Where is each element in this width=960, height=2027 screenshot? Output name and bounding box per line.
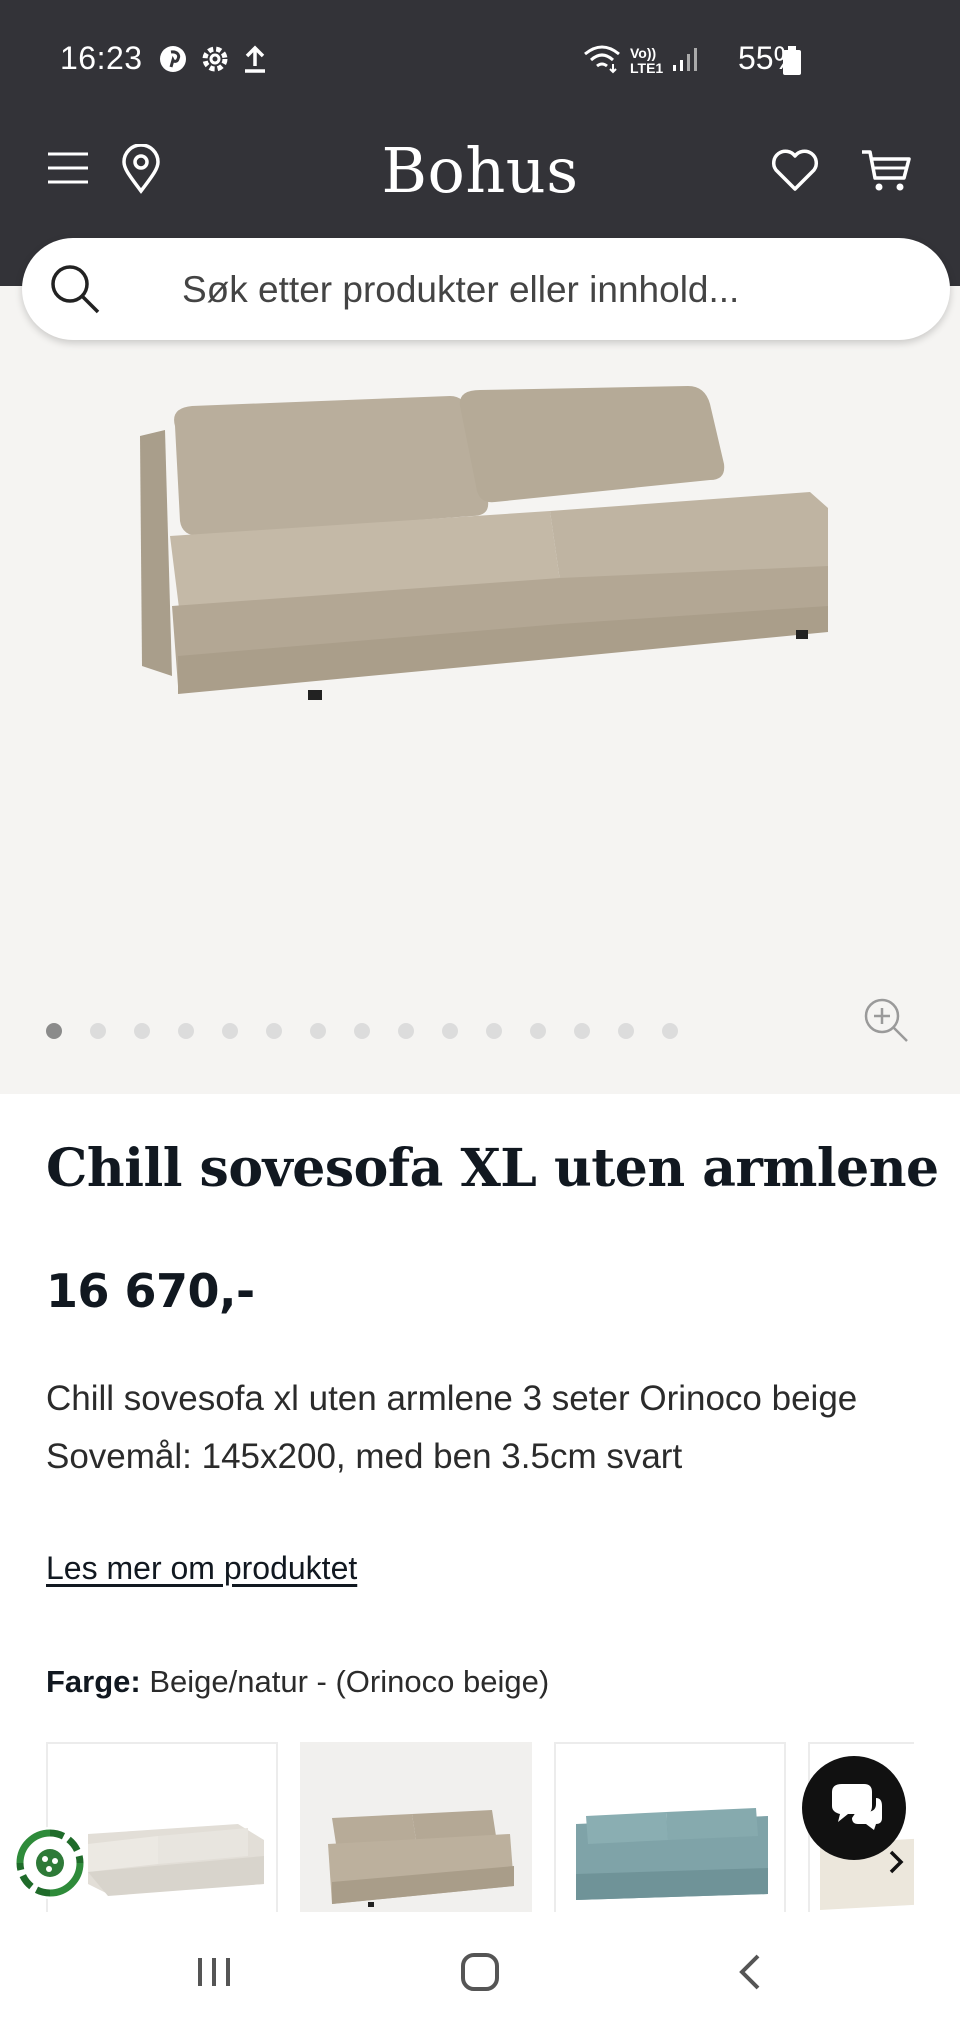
description-line-1: Chill sovesofa xl uten armlene 3 seter O… <box>46 1379 858 1418</box>
product-price: 16 670,- <box>46 1264 255 1318</box>
volte-icon: Vo)) LTE1 <box>630 44 664 76</box>
chat-bubbles-icon <box>832 1784 882 1830</box>
product-description: Chill sovesofa xl uten armlene 3 seter O… <box>46 1370 926 1486</box>
gallery-dot[interactable] <box>354 1023 370 1039</box>
swatch-image-3 <box>576 1808 768 1900</box>
pinterest-icon <box>158 44 188 79</box>
signal-icon <box>671 43 701 78</box>
chat-button[interactable] <box>802 1756 906 1860</box>
chevron-right-icon[interactable] <box>886 1848 906 1881</box>
gallery-dot[interactable] <box>310 1023 326 1039</box>
search-bar[interactable] <box>22 238 950 340</box>
product-title: Chill sovesofa XL uten armlene <box>46 1138 939 1199</box>
color-value: Beige/natur - (Orinoco beige) <box>149 1664 550 1699</box>
gallery-dot[interactable] <box>486 1023 502 1039</box>
search-input[interactable] <box>182 262 882 318</box>
gallery-dot[interactable] <box>662 1023 678 1039</box>
color-label: Farge: <box>46 1664 141 1699</box>
product-image-gallery[interactable] <box>0 286 960 1094</box>
back-icon[interactable] <box>736 1952 764 1997</box>
gallery-dot[interactable] <box>618 1023 634 1039</box>
settings-icon <box>200 44 230 79</box>
wifi-icon <box>582 42 622 79</box>
search-icon[interactable] <box>48 262 102 321</box>
gallery-dot[interactable] <box>442 1023 458 1039</box>
home-icon[interactable] <box>460 1952 500 1997</box>
swatch-beige-sofa[interactable] <box>300 1742 532 1912</box>
gallery-dot[interactable] <box>90 1023 106 1039</box>
gallery-dot[interactable] <box>222 1023 238 1039</box>
swatch-image-2 <box>328 1810 514 1907</box>
upload-icon <box>242 44 268 79</box>
gallery-dot[interactable] <box>530 1023 546 1039</box>
volte-label-bottom: LTE1 <box>630 59 664 76</box>
status-bar: 16:23 Vo)) LTE1 55% <box>0 0 960 120</box>
battery-icon <box>782 46 802 81</box>
description-line-2: Sovemål: 145x200, med ben 3.5cm svart <box>46 1437 683 1476</box>
heart-icon[interactable] <box>770 148 820 197</box>
gallery-dot[interactable] <box>178 1023 194 1039</box>
recent-apps-icon[interactable] <box>194 1954 234 1995</box>
status-time: 16:23 <box>60 40 143 76</box>
eco-badge-icon[interactable] <box>0 1818 100 1908</box>
volte-label-top: Vo)) <box>630 44 657 61</box>
gallery-dot[interactable] <box>398 1023 414 1039</box>
color-swatches <box>46 1742 914 1912</box>
color-selection-label: Farge: Beige/natur - (Orinoco beige) <box>46 1664 549 1700</box>
site-header: Bohus <box>0 120 960 220</box>
product-image-sofa <box>140 386 828 700</box>
gallery-pagination[interactable] <box>46 1023 678 1039</box>
swatch-teal-sofa[interactable] <box>554 1742 786 1912</box>
gallery-dot[interactable] <box>266 1023 282 1039</box>
read-more-link[interactable]: Les mer om produktet <box>46 1550 357 1587</box>
status-right-icons: Vo)) LTE1 <box>582 42 701 79</box>
cart-icon[interactable] <box>860 148 912 199</box>
status-left-icons <box>158 44 268 79</box>
zoom-in-icon[interactable] <box>862 996 910 1049</box>
gallery-dot[interactable] <box>134 1023 150 1039</box>
gallery-dot[interactable] <box>574 1023 590 1039</box>
gallery-dot[interactable] <box>46 1023 62 1039</box>
system-nav-bar <box>0 1912 960 2027</box>
